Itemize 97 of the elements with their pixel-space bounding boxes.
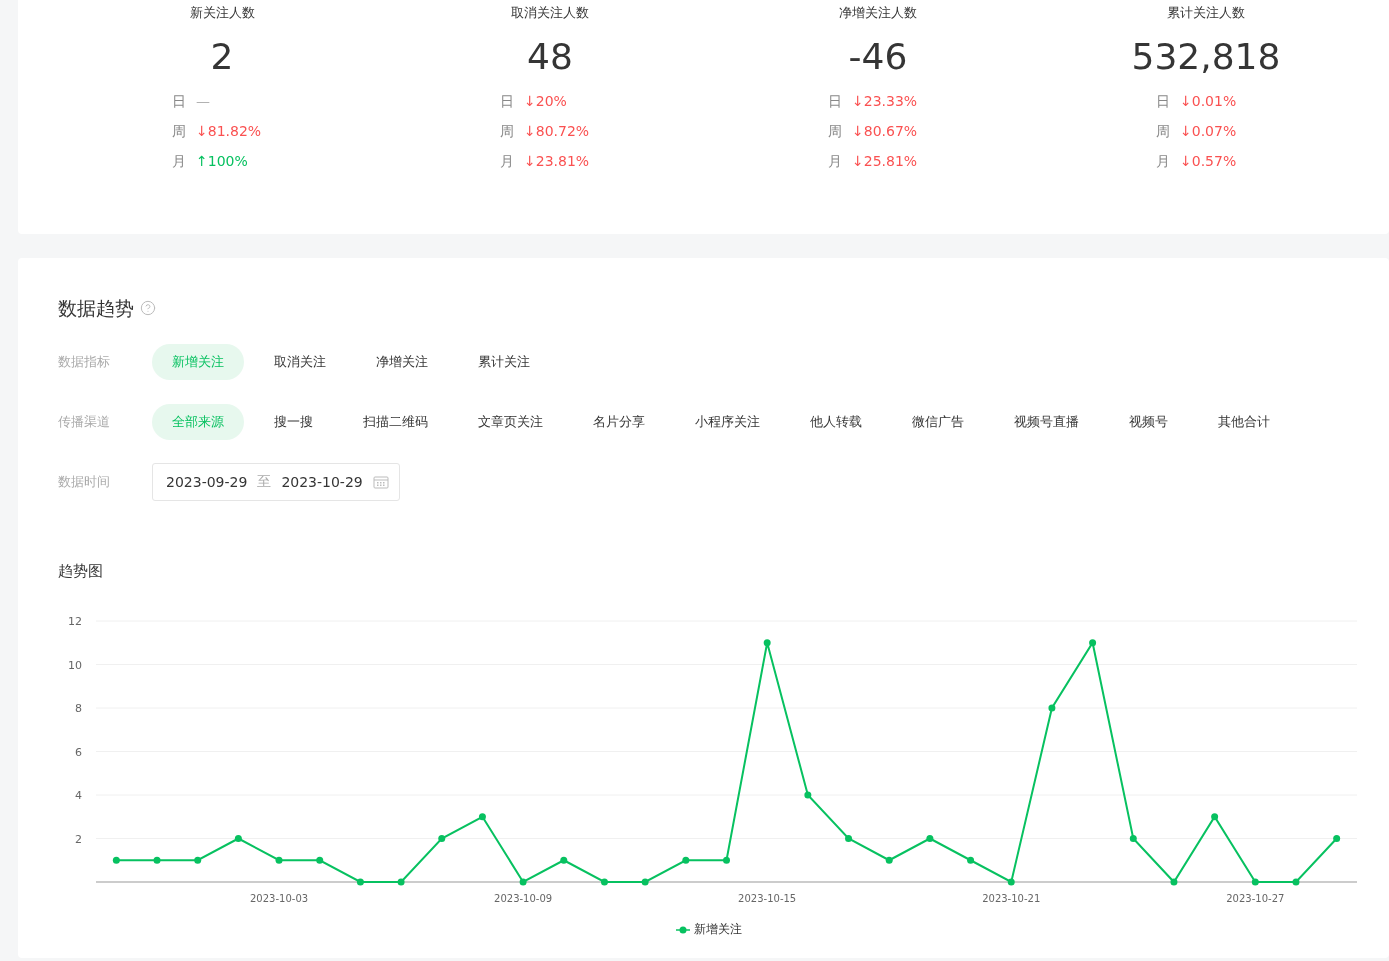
stat-title: 新关注人数 [189, 4, 255, 22]
axis-label: 10 [68, 658, 82, 672]
axis-label: 2023-10-21 [982, 893, 1041, 904]
filter-option[interactable]: 净增关注 [356, 344, 448, 380]
period-label: 月 [1156, 152, 1170, 170]
legend-marker-icon [675, 925, 690, 934]
data-point [600, 878, 608, 886]
axis-label: 2 [75, 832, 82, 846]
data-point [885, 856, 893, 864]
date-range-field[interactable]: 2023-09-29 至 2023-10-29 [152, 463, 400, 501]
filter-label: 数据指标 [58, 353, 111, 371]
data-point [1048, 704, 1056, 712]
filter-option[interactable]: 他人转载 [790, 404, 882, 440]
filter-option[interactable]: 搜一搜 [254, 404, 333, 440]
change-value: ↓0.01% [1180, 92, 1237, 110]
data-point [1129, 835, 1137, 842]
section-title: 数据趋势 [58, 296, 134, 320]
change-value: ↓80.67% [852, 122, 918, 140]
data-point [804, 791, 812, 799]
data-point [316, 856, 324, 864]
stat-title: 取消关注人数 [511, 4, 589, 22]
filter-option[interactable]: 累计关注 [458, 344, 550, 380]
data-point [682, 856, 690, 864]
data-point [519, 878, 527, 886]
data-point [153, 856, 161, 864]
calendar-icon[interactable] [372, 475, 389, 489]
period-label: 周 [500, 122, 514, 140]
legend-label[interactable]: 新增关注 [693, 921, 742, 938]
axis-label: 12 [68, 615, 82, 628]
filter-option[interactable]: 扫描二维码 [343, 404, 448, 440]
data-point [845, 835, 853, 842]
data-point [194, 856, 202, 864]
data-point [478, 813, 486, 821]
data-point [275, 856, 283, 864]
axis-label: 2023-10-09 [494, 893, 553, 904]
data-point [967, 856, 975, 864]
filter-option[interactable]: 视频号直播 [994, 404, 1099, 440]
change-value: ↓0.07% [1180, 122, 1237, 140]
data-point [560, 856, 568, 864]
data-point [112, 856, 120, 864]
filter-option[interactable]: 名片分享 [573, 404, 665, 440]
data-point [1333, 835, 1341, 842]
chart-title: 趋势图 [58, 562, 104, 581]
data-point [763, 639, 771, 647]
help-icon[interactable] [140, 300, 156, 316]
change-value: ↓23.81% [524, 152, 590, 170]
axis-label: 2023-10-27 [1226, 893, 1285, 904]
axis-label: 6 [75, 745, 82, 759]
data-point [723, 856, 730, 864]
filter-option[interactable]: 文章页关注 [458, 404, 563, 440]
axis-label: 8 [75, 702, 82, 715]
change-value: ↓25.81% [852, 152, 918, 170]
period-label: 月 [828, 152, 842, 170]
filter-label: 传播渠道 [58, 413, 111, 431]
change-value: ↑100% [196, 152, 248, 170]
data-point [234, 835, 242, 842]
period-label: 月 [500, 152, 514, 170]
change-value: ↓81.82% [196, 122, 262, 140]
data-point [1251, 878, 1259, 886]
filter-option[interactable]: 取消关注 [254, 344, 346, 380]
period-label: 日 [828, 92, 842, 110]
axis-label: 2023-10-03 [250, 893, 309, 904]
period-label: 日 [500, 92, 514, 110]
stat-value: 48 [527, 35, 573, 79]
data-point [1292, 878, 1300, 886]
data-point [1089, 639, 1097, 647]
change-value: ↓23.33% [852, 92, 918, 110]
filter-label: 数据时间 [58, 473, 111, 491]
stat-value: 532,818 [1131, 35, 1281, 79]
stat-value: 2 [210, 35, 234, 79]
filter-option[interactable]: 微信广告 [892, 404, 984, 440]
change-value: ↓20% [524, 92, 567, 110]
data-point [438, 835, 446, 842]
filter-option[interactable]: 小程序关注 [675, 404, 780, 440]
axis-label: 2023-10-15 [738, 893, 797, 904]
axis-label: 4 [75, 789, 82, 802]
data-point [1170, 878, 1178, 886]
period-label: 周 [828, 122, 842, 140]
filter-option[interactable]: 视频号 [1109, 404, 1188, 440]
stat-value: -46 [848, 35, 908, 79]
data-point [397, 878, 405, 886]
period-label: 周 [1156, 122, 1170, 140]
stat-title: 累计关注人数 [1167, 4, 1245, 22]
data-point [641, 878, 649, 886]
data-point [1007, 878, 1015, 886]
period-label: 月 [172, 152, 186, 170]
period-label: 日 [172, 92, 186, 110]
stat-title: 净增关注人数 [839, 4, 917, 22]
period-label: 日 [1156, 92, 1170, 110]
data-point [356, 878, 364, 886]
change-value: ↓80.72% [524, 122, 590, 140]
data-point [1211, 813, 1219, 821]
filter-option[interactable]: 其他合计 [1198, 404, 1290, 440]
change-value: ↓0.57% [1180, 152, 1237, 170]
data-point [926, 835, 934, 842]
period-label: 周 [172, 122, 186, 140]
change-value: — [196, 92, 210, 110]
